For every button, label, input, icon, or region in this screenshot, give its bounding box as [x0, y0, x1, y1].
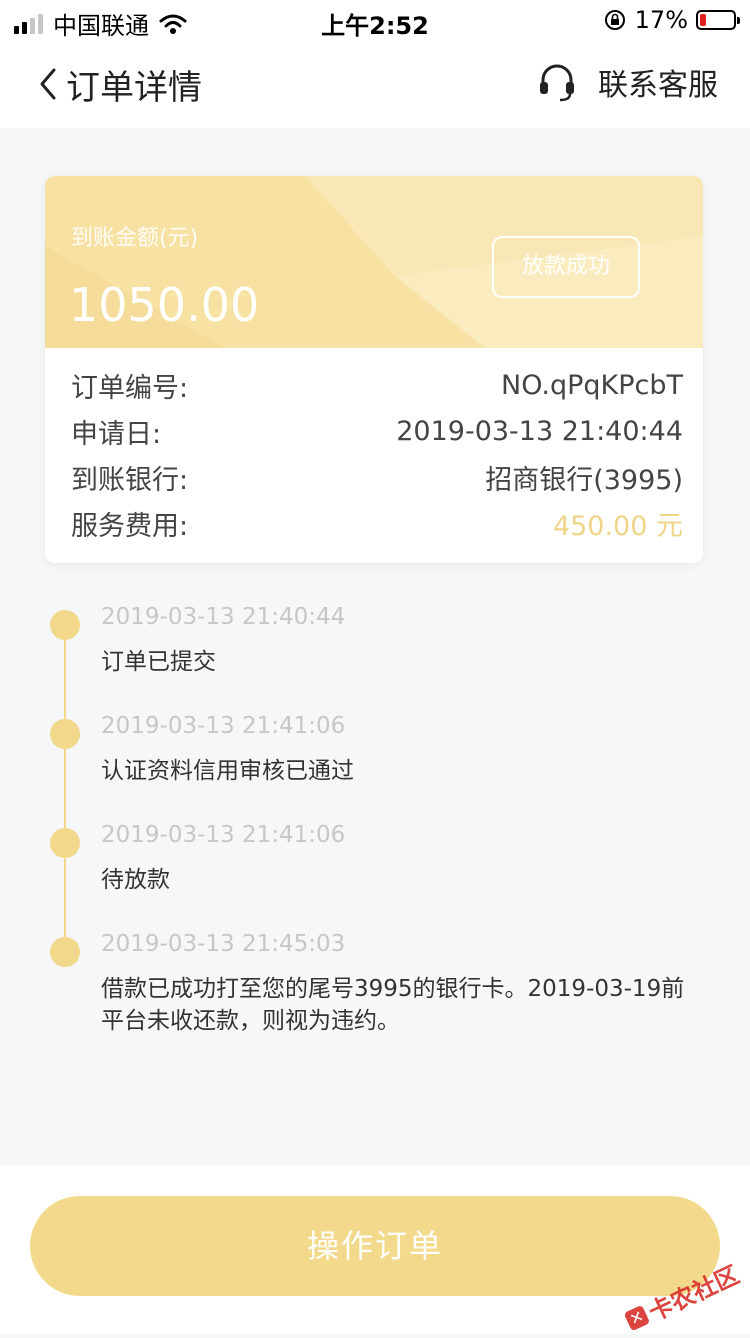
row-label: 订单编号: [71, 372, 189, 404]
row-label: 申请日: [71, 418, 162, 450]
headset-icon [540, 64, 574, 102]
status-badge: 放款成功 [492, 236, 640, 298]
order-info-list: 订单编号: NO.qPqKPcbT 申请日: 2019-03-13 21:40:… [71, 362, 683, 546]
contact-service-button[interactable]: 联系客服 [538, 60, 718, 104]
row-value: 招商银行(3995) [485, 464, 683, 496]
service-fee-row: 服务费用: 450.00 元 [71, 500, 683, 546]
apply-date-row: 申请日: 2019-03-13 21:40:44 [71, 408, 683, 454]
row-value: 2019-03-13 21:40:44 [396, 415, 683, 447]
amount-value: 1050.00 [69, 278, 260, 332]
status-bar: 中国联通 上午2:52 17% [0, 0, 750, 40]
row-label: 到账银行: [71, 464, 189, 496]
timeline-dot [50, 610, 80, 640]
nav-bar: 订单详情 联系客服 [0, 40, 750, 128]
timeline-time: 2019-03-13 21:40:44 [101, 604, 346, 630]
row-label: 服务费用: [71, 510, 189, 542]
timeline-text: 待放款 [101, 867, 170, 893]
battery-icon [696, 10, 740, 30]
timeline-dot [50, 937, 80, 967]
amount-label: 到账金额(元) [71, 226, 199, 251]
timeline-time: 2019-03-13 21:41:06 [101, 713, 346, 739]
timeline-dot [50, 719, 80, 749]
row-value: NO.qPqKPcbT [501, 369, 683, 401]
contact-service-label: 联系客服 [598, 68, 718, 103]
operate-order-button[interactable]: 操作订单 [30, 1196, 720, 1296]
timeline-time: 2019-03-13 21:41:06 [101, 822, 346, 848]
timeline-dot [50, 828, 80, 858]
card-header: 到账金额(元) 1050.00 放款成功 [45, 176, 703, 348]
battery-percent: 17% [634, 6, 688, 34]
timeline-text: 订单已提交 [101, 649, 216, 675]
bank-row: 到账银行: 招商银行(3995) [71, 454, 683, 500]
timeline-time: 2019-03-13 21:45:03 [101, 931, 346, 957]
timeline-line [64, 618, 66, 948]
row-value: 450.00 元 [552, 510, 683, 542]
order-number-row: 订单编号: NO.qPqKPcbT [71, 362, 683, 408]
order-card: 到账金额(元) 1050.00 放款成功 订单编号: NO.qPqKPcbT 申… [45, 176, 703, 563]
timeline-text: 认证资料信用审核已通过 [101, 758, 354, 784]
status-right: 17% [603, 6, 740, 34]
page-title: 订单详情 [66, 68, 202, 108]
rotation-lock-icon [604, 10, 625, 30]
timeline-text: 借款已成功打至您的尾号3995的银行卡。2019-03-19前平台未收还款，则视… [101, 976, 685, 1034]
